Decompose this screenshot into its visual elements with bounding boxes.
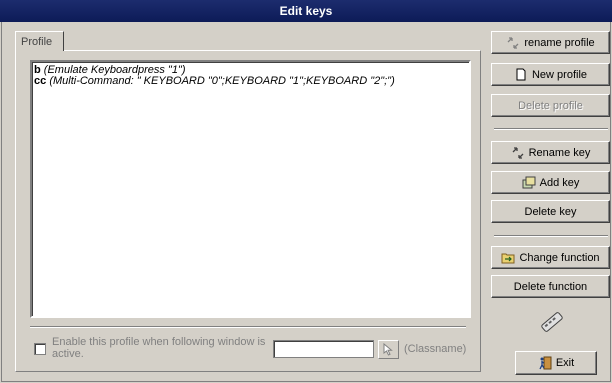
change-function-button[interactable]: Change function: [491, 246, 610, 269]
rename-profile-label: rename profile: [524, 36, 595, 49]
rename-arrows-icon: [511, 146, 525, 160]
exit-label: Exit: [555, 357, 575, 369]
window-picker-button[interactable]: [378, 340, 399, 359]
exit-door-icon: [538, 356, 552, 370]
new-profile-button[interactable]: New profile: [491, 63, 610, 86]
panel-divider: [30, 326, 466, 328]
key-list[interactable]: b (Emulate Keyboardpress "1") cc (Multi-…: [30, 60, 471, 318]
change-function-label: Change function: [519, 251, 600, 264]
delete-function-label: Delete function: [513, 280, 588, 293]
add-key-button[interactable]: Add key: [491, 171, 610, 194]
new-profile-label: New profile: [531, 68, 588, 81]
new-document-icon: [514, 68, 528, 82]
rename-profile-button[interactable]: rename profile: [491, 31, 610, 54]
change-function-icon: [501, 251, 515, 265]
button-divider: [494, 128, 608, 130]
exit-button[interactable]: Exit: [515, 351, 597, 375]
rename-key-label: Rename key: [528, 146, 591, 159]
rename-key-button[interactable]: Rename key: [491, 141, 610, 164]
add-key-icon: [522, 176, 536, 190]
classname-label: (Classname): [404, 343, 467, 355]
delete-profile-button[interactable]: Delete profile: [491, 94, 610, 117]
delete-key-label: Delete key: [524, 205, 577, 218]
remote-control-icon: [536, 309, 568, 335]
delete-profile-label: Delete profile: [518, 99, 583, 112]
rename-arrows-icon: [506, 36, 520, 50]
enable-window-checkbox[interactable]: [34, 343, 46, 355]
enable-window-label: Enable this profile when following windo…: [52, 336, 266, 360]
key-name: cc: [34, 75, 47, 87]
window-title: Edit keys: [0, 0, 612, 22]
pointer-icon: [383, 343, 393, 356]
tab-profile[interactable]: Profile: [15, 31, 64, 51]
window-name-field[interactable]: [273, 340, 374, 358]
delete-function-button[interactable]: Delete function: [491, 275, 610, 298]
list-item[interactable]: cc (Multi-Command: " KEYBOARD "0";KEYBOA…: [34, 76, 467, 87]
delete-key-button[interactable]: Delete key: [491, 200, 610, 223]
button-divider: [494, 235, 608, 237]
add-key-label: Add key: [539, 176, 580, 189]
key-description: (Multi-Command: " KEYBOARD "0";KEYBOARD …: [49, 75, 395, 87]
